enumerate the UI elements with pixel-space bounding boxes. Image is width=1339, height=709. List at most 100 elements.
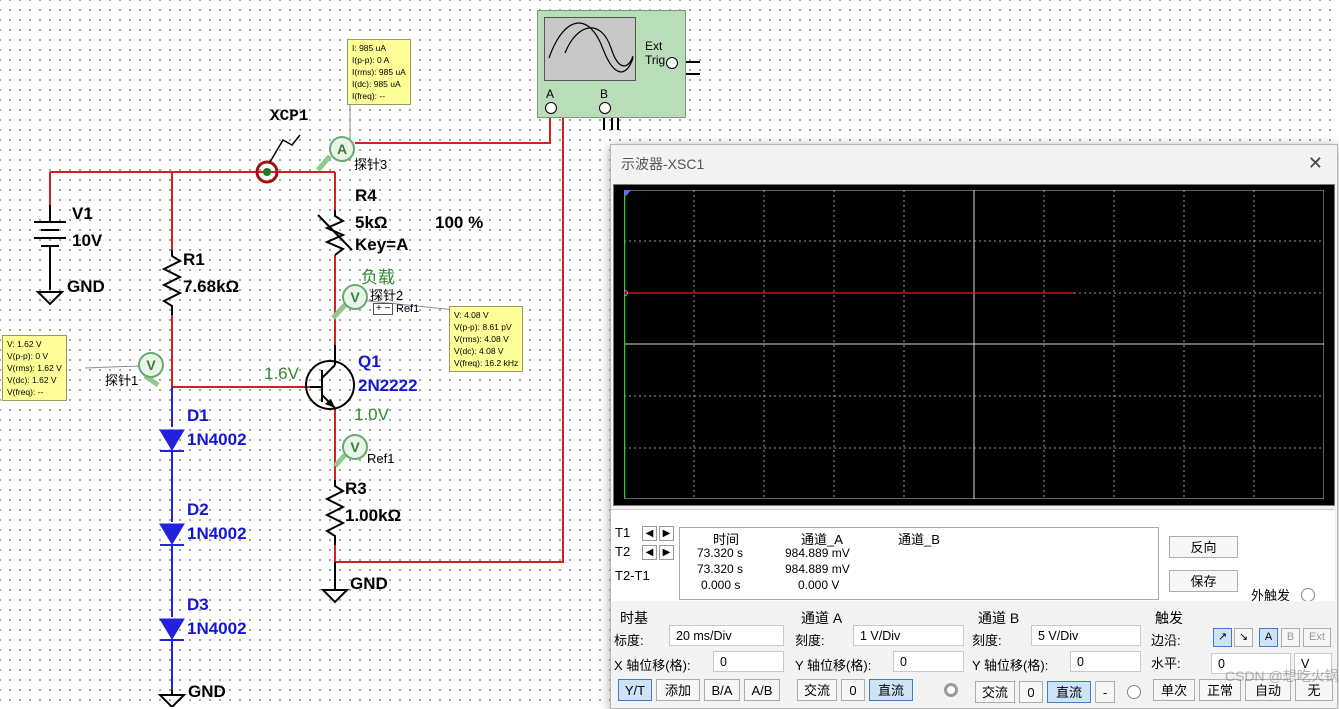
- trigger-source-b-button[interactable]: B: [1281, 628, 1300, 647]
- none-mode-button[interactable]: 无: [1295, 679, 1333, 701]
- cursor-values-table: 时间 通道_A 通道_B 73.320 s 984.889 mV 73.320 …: [679, 527, 1159, 600]
- ext-trig-terminal[interactable]: [666, 57, 678, 69]
- probe2-voltmeter[interactable]: V: [342, 284, 368, 310]
- r4-name[interactable]: R4: [355, 186, 377, 206]
- close-icon[interactable]: ✕: [1308, 153, 1323, 174]
- ref-plus-minus-icon: + −: [373, 303, 394, 315]
- trigger-title: 触发: [1155, 610, 1183, 626]
- d1-model[interactable]: 1N4002: [187, 430, 247, 450]
- channel-b-ac-button[interactable]: 交流: [975, 681, 1015, 703]
- falling-edge-icon[interactable]: ↘: [1234, 628, 1253, 647]
- normal-mode-button[interactable]: 正常: [1199, 679, 1241, 701]
- trigger-edge-label: 边沿:: [1151, 633, 1181, 648]
- channel-b-title: 通道 B: [978, 610, 1020, 626]
- probe2-readout: V: 4.08 V V(p-p): 8.61 pV V(rms): 4.08 V…: [449, 306, 524, 372]
- channel-b-terminal[interactable]: [599, 102, 611, 114]
- probe1-voltmeter[interactable]: V: [138, 352, 164, 378]
- r3-value[interactable]: 1.00kΩ: [345, 506, 401, 526]
- gnd-label-v1: GND: [67, 277, 105, 296]
- header-channel-b: 通道_B: [898, 532, 940, 547]
- probe3-readout: I: 985 uA I(p-p): 0 A I(rms): 985 uA I(d…: [347, 39, 411, 105]
- channel-b-minus-button[interactable]: -: [1095, 681, 1115, 703]
- timebase-scale-field[interactable]: 20 ms/Div: [669, 625, 784, 646]
- ab-mode-button[interactable]: A/B: [744, 679, 780, 701]
- channel-a-ac-button[interactable]: 交流: [797, 679, 837, 701]
- controls-panel: 时基 标度: 20 ms/Div X 轴位移(格): 0 Y/T 添加 B/A …: [611, 601, 1335, 708]
- probe3-line: I(rms): 985 uA: [352, 67, 406, 77]
- channel-b-zero-button[interactable]: 0: [1019, 681, 1043, 703]
- d3-model[interactable]: 1N4002: [187, 619, 247, 639]
- t1-time: 73.320 s: [697, 546, 744, 560]
- r4-key: Key=A: [355, 235, 409, 254]
- sine-wave-icon: [548, 22, 634, 73]
- probe3-line: I(p-p): 0 A: [352, 55, 390, 65]
- q1-model[interactable]: 2N2222: [358, 376, 418, 396]
- channel-b-scale-field[interactable]: 5 V/Div: [1031, 625, 1141, 646]
- channel-a-terminal-label: A: [546, 87, 555, 101]
- d3-name[interactable]: D3: [187, 595, 209, 615]
- channel-a-dc-button[interactable]: 直流: [869, 679, 913, 701]
- ref1-label: Ref1: [396, 303, 420, 315]
- probe3-line: I: 985 uA: [352, 43, 387, 53]
- channel-a-color-radio[interactable]: [944, 683, 958, 697]
- channel-b-ypos-field[interactable]: 0: [1070, 651, 1141, 672]
- oscilloscope-instrument-icon[interactable]: Ext Trig A B: [537, 10, 686, 118]
- r1-value[interactable]: 7.68kΩ: [183, 277, 239, 297]
- cursor-readout-panel: T1 ◀ ▶ T2 ◀ ▶ T2-T1 时间 通道_A 通道_B 73.320 …: [611, 509, 1335, 603]
- oscilloscope-window[interactable]: 示波器-XSC1 ✕ T1 ◀ ▶ T2 ◀ ▶ T2-T1 时间 通道_A 通…: [610, 144, 1338, 709]
- d2-model[interactable]: 1N4002: [187, 524, 247, 544]
- reverse-button[interactable]: 反向: [1169, 536, 1238, 558]
- rising-edge-icon[interactable]: ↗: [1213, 628, 1232, 647]
- channel-a-zero-button[interactable]: 0: [841, 679, 865, 701]
- trigger-level-unit[interactable]: V: [1294, 653, 1332, 674]
- scope-grid: [624, 190, 1324, 499]
- v1-value[interactable]: 10V: [72, 231, 102, 251]
- dt-time: 0.000 s: [701, 578, 741, 592]
- ba-mode-button[interactable]: B/A: [704, 679, 740, 701]
- d2-name[interactable]: D2: [187, 500, 209, 520]
- channel-a-title: 通道 A: [801, 610, 843, 626]
- probe2-line: V(rms): 4.08 V: [454, 334, 509, 344]
- d1-name[interactable]: D1: [187, 406, 209, 426]
- r4-value[interactable]: 5kΩ: [355, 213, 388, 233]
- yt-mode-button[interactable]: Y/T: [618, 679, 652, 701]
- channel-a-scale-label: 刻度:: [795, 633, 825, 648]
- channel-a-terminal[interactable]: [545, 102, 557, 114]
- probe1-line: V(dc): 1.62 V: [7, 375, 57, 385]
- auto-mode-button[interactable]: 自动: [1245, 679, 1291, 701]
- channel-b-scale-label: 刻度:: [972, 633, 1002, 648]
- v1-name[interactable]: V1: [72, 204, 93, 224]
- q1-name[interactable]: Q1: [358, 352, 381, 372]
- add-mode-button[interactable]: 添加: [656, 679, 700, 701]
- probe2-label: 探针2: [370, 288, 404, 303]
- ref1-voltmeter[interactable]: V: [342, 434, 368, 460]
- channel-b-color-radio[interactable]: [1127, 685, 1141, 699]
- probe1-line: V(p-p): 0 V: [7, 351, 49, 361]
- r1-name[interactable]: R1: [183, 250, 205, 270]
- x-position-field[interactable]: 0: [713, 651, 784, 672]
- dt-channel-a: 0.000 V: [798, 578, 840, 592]
- channel-a-scale-field[interactable]: 1 V/Div: [853, 625, 964, 646]
- x-position-label: X 轴位移(格):: [614, 658, 691, 673]
- timebase-title: 时基: [620, 610, 648, 626]
- scope-display[interactable]: [613, 184, 1335, 506]
- r3-name[interactable]: R3: [345, 479, 367, 499]
- probe3-ammeter[interactable]: A: [329, 136, 355, 162]
- ext-trigger-radio[interactable]: [1301, 588, 1315, 602]
- dt-label: T2-T1: [615, 568, 650, 583]
- trigger-source-a-button[interactable]: A: [1259, 628, 1278, 647]
- trigger-level-field[interactable]: 0: [1211, 653, 1291, 674]
- t2-left-arrow-icon[interactable]: ◀: [642, 545, 657, 560]
- probe2-line: V(p-p): 8.61 pV: [454, 322, 512, 332]
- single-mode-button[interactable]: 单次: [1153, 679, 1195, 701]
- gnd-label-r3: GND: [350, 574, 388, 593]
- t1-left-arrow-icon[interactable]: ◀: [642, 526, 657, 541]
- t1-right-arrow-icon[interactable]: ▶: [659, 526, 674, 541]
- save-button[interactable]: 保存: [1169, 570, 1238, 592]
- trigger-source-ext-button[interactable]: Ext: [1303, 628, 1331, 647]
- ext-trig-label: Ext Trig: [645, 39, 666, 67]
- channel-b-dc-button[interactable]: 直流: [1047, 681, 1091, 703]
- channel-a-ypos-field[interactable]: 0: [893, 651, 964, 672]
- t2-right-arrow-icon[interactable]: ▶: [659, 545, 674, 560]
- timebase-scale-label: 标度:: [614, 633, 644, 648]
